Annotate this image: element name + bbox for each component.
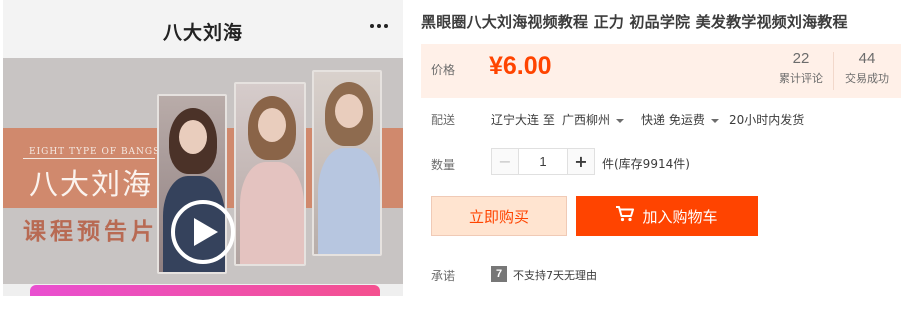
model-photo-3	[312, 70, 382, 256]
add-to-cart-label: 加入购物车	[642, 207, 718, 226]
add-to-cart-button[interactable]: 加入购物车	[576, 196, 758, 236]
cover-trailer-title: 课程预告片	[23, 218, 158, 245]
deals-stat: 44 交易成功	[839, 50, 895, 86]
dispatch-time: 20小时内发货	[729, 113, 805, 127]
price-value: ¥6.00	[489, 52, 552, 80]
shipping-origin: 辽宁大连 至	[491, 111, 555, 128]
product-title: 黑眼圈八大刘海视频教程 正力 初品学院 美发教学视频刘海教程	[421, 13, 848, 31]
shipping-label: 配送	[431, 113, 456, 127]
shipping-method-value: 快递 免运费	[641, 113, 705, 127]
deals-label: 交易成功	[845, 72, 889, 85]
video-cover[interactable]: EIGHT TYPE OF BANGS 八大刘海 课程预告片	[3, 58, 403, 284]
chevron-down-icon	[710, 118, 719, 123]
preview-title: 八大刘海	[162, 22, 243, 44]
model-photo-2	[234, 82, 306, 266]
cover-cn-title: 八大刘海	[29, 167, 154, 201]
reviews-label: 累计评论	[779, 72, 823, 85]
play-icon[interactable]	[171, 200, 235, 264]
reviews-count: 22	[792, 50, 810, 67]
increase-button[interactable]: +	[567, 149, 594, 174]
promise-text: 不支持7天无理由	[513, 269, 597, 282]
promo-bar[interactable]	[30, 285, 380, 296]
cart-icon	[616, 206, 635, 226]
more-dots-icon[interactable]	[370, 24, 388, 28]
promise-label: 承诺	[431, 269, 456, 283]
quantity-stepper: − +	[491, 148, 595, 175]
destination-select[interactable]: 广西柳州	[562, 111, 625, 128]
stat-divider	[833, 52, 834, 90]
video-preview-panel: 八大刘海 EIGHT TYPE OF BANGS 八大刘海 课程预告片	[3, 0, 403, 296]
destination-value: 广西柳州	[562, 113, 611, 127]
no-return-icon: 7	[491, 266, 507, 282]
shipping-method-select[interactable]: 快递 免运费	[641, 111, 719, 128]
price-label: 价格	[431, 63, 456, 77]
preview-header: 八大刘海	[3, 0, 403, 58]
shipping-from: 辽宁大连	[491, 113, 540, 127]
quantity-input[interactable]	[519, 149, 567, 174]
cover-en-title: EIGHT TYPE OF BANGS	[29, 147, 161, 157]
decrease-button[interactable]: −	[492, 149, 519, 174]
price-panel: 价格 ¥6.00 22 累计评论 44 交易成功	[421, 44, 901, 98]
cover-divider	[23, 158, 155, 159]
stock-text: 件(库存9914件)	[602, 157, 690, 171]
shipping-to-word: 至	[542, 113, 555, 127]
reviews-stat[interactable]: 22 累计评论	[773, 50, 829, 86]
deals-count: 44	[858, 50, 876, 67]
chevron-down-icon	[616, 118, 625, 123]
buy-now-button[interactable]: 立即购买	[431, 196, 567, 236]
quantity-label: 数量	[431, 158, 456, 172]
